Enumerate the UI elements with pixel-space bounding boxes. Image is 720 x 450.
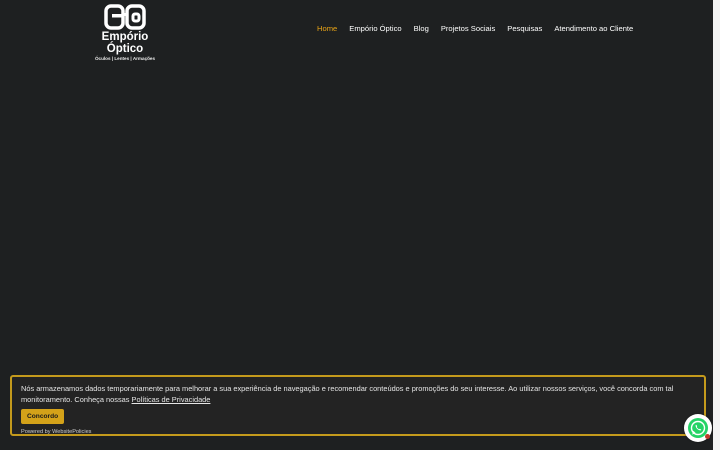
nav-item-home[interactable]: Home	[317, 24, 337, 33]
glasses-logo-icon	[104, 4, 146, 30]
brand-tagline: Óculos | Lentes | Armações	[94, 56, 156, 61]
notification-badge	[705, 434, 710, 439]
nav-item-projetos-sociais[interactable]: Projetos Sociais	[441, 24, 495, 33]
privacy-policy-link[interactable]: Políticas de Privacidade	[132, 395, 211, 404]
cookie-message-text: Nós armazenamos dados temporariamente pa…	[21, 384, 674, 404]
page-scrollbar[interactable]	[713, 0, 720, 450]
nav-item-pesquisas[interactable]: Pesquisas	[507, 24, 542, 33]
site-header: Empório Óptico Óculos | Lentes | Armaçõe…	[0, 0, 713, 61]
brand-name: Empório Óptico	[101, 31, 149, 55]
agree-button[interactable]: Concordo	[21, 409, 65, 424]
nav-item-blog[interactable]: Blog	[414, 24, 429, 33]
cookie-message: Nós armazenamos dados temporariamente pa…	[21, 384, 695, 405]
site-logo[interactable]: Empório Óptico Óculos | Lentes | Armaçõe…	[82, 4, 168, 61]
main-nav: Home Empório Óptico Blog Projetos Sociai…	[317, 24, 633, 33]
powered-by-text: Powered by WebsitePolicies	[21, 429, 92, 435]
cookie-consent-banner: Nós armazenamos dados temporariamente pa…	[10, 375, 706, 436]
nav-item-atendimento[interactable]: Atendimento ao Cliente	[554, 24, 633, 33]
nav-item-emporio-optico[interactable]: Empório Óptico	[349, 24, 401, 33]
